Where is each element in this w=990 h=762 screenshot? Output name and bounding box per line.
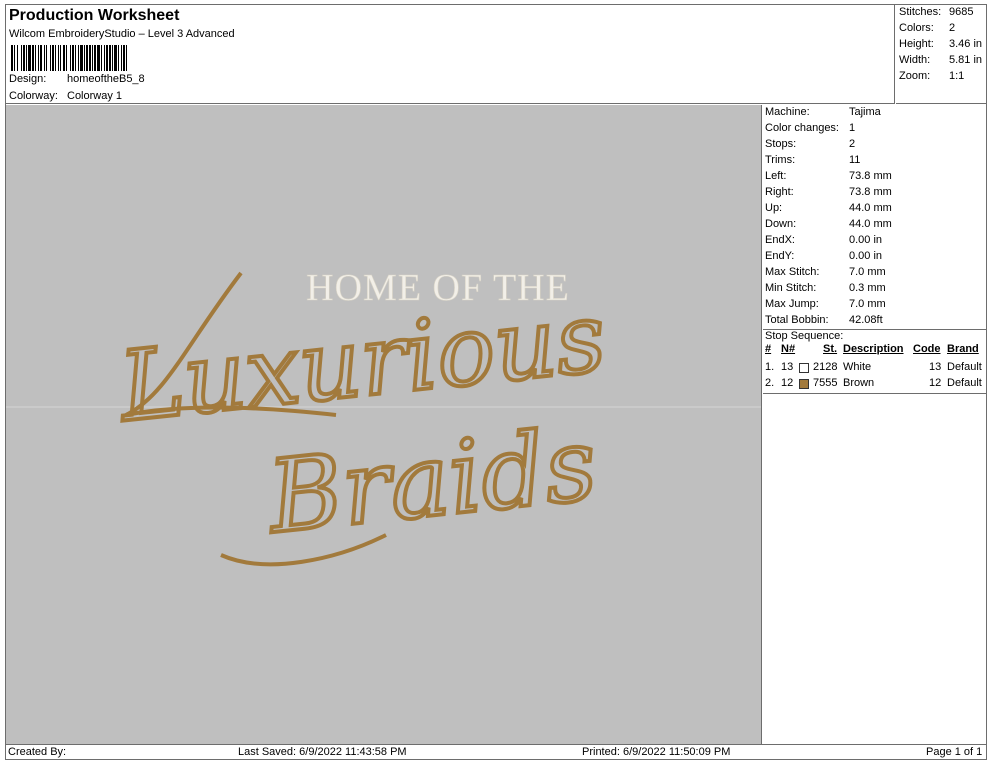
created-by: Created By:	[8, 746, 67, 758]
barcode	[11, 45, 247, 71]
summary-width: Width: 5.81 in	[899, 54, 983, 66]
stop-row: 2. 12 7555 Brown 12 Default	[765, 377, 982, 389]
color-swatch-white	[799, 363, 809, 373]
design-text-braids: Braids	[261, 405, 602, 556]
software-name: Wilcom EmbroideryStudio – Level 3 Advanc…	[9, 28, 235, 40]
info-max-jump: Max Jump: 7.0 mm	[765, 298, 886, 310]
last-saved: Last Saved: 6/9/2022 11:43:58 PM	[238, 746, 407, 758]
summary-stitches: Stitches: 9685	[899, 6, 974, 18]
info-total-bobbin: Total Bobbin: 42.08ft	[765, 314, 883, 326]
colorway-label: Colorway:	[9, 90, 58, 102]
embroidery-preview: HOME OF THE Luxurious Braids	[6, 267, 761, 567]
worksheet-header: Production Worksheet Wilcom EmbroiderySt…	[6, 5, 895, 104]
info-machine: Machine: Tajima	[765, 106, 881, 118]
design-label: Design:	[9, 73, 47, 85]
info-min-stitch: Min Stitch: 0.3 mm	[765, 282, 886, 294]
stop-row: 1. 13 2128 White 13 Default	[765, 361, 982, 373]
info-down: Down: 44.0 mm	[765, 218, 892, 230]
info-max-stitch: Max Stitch: 7.0 mm	[765, 266, 886, 278]
summary-colors: Colors: 2	[899, 22, 956, 34]
info-endx: EndX: 0.00 in	[765, 234, 883, 246]
info-stops: Stops: 2	[765, 138, 856, 150]
page-number: Page 1 of 1	[926, 746, 983, 758]
worksheet-footer: Created By: Last Saved: 6/9/2022 11:43:5…	[6, 744, 987, 760]
design-value: homeoftheB5_8	[67, 73, 145, 85]
info-up: Up: 44.0 mm	[765, 202, 892, 214]
col-needle: N#	[781, 343, 796, 355]
design-canvas[interactable]: HOME OF THE Luxurious Braids	[6, 105, 762, 744]
col-code: Code	[913, 343, 941, 355]
colorway-row: Colorway: Colorway 1	[9, 90, 122, 102]
info-right: Right: 73.8 mm	[765, 186, 892, 198]
info-endy: EndY: 0.00 in	[765, 250, 883, 262]
page-title: Production Worksheet	[9, 7, 180, 24]
col-stitches: St.	[823, 343, 838, 355]
col-index: #	[765, 343, 772, 355]
printed-date: Printed: 6/9/2022 11:50:09 PM	[582, 746, 731, 758]
production-worksheet: Production Worksheet Wilcom EmbroiderySt…	[5, 4, 987, 760]
info-trims: Trims: 11	[765, 154, 861, 166]
machine-info-panel: Machine: Tajima Color changes: 1 Stops: 2 T…	[763, 105, 987, 744]
info-color-changes: Color changes: 1	[765, 122, 856, 134]
summary-height: Height: 3.46 in	[899, 38, 983, 50]
col-brand: Brand	[947, 343, 979, 355]
color-swatch-brown	[799, 379, 809, 389]
stop-sequence-label: Stop Sequence:	[765, 330, 844, 342]
design-summary: Stitches: 9685 Colors: 2 Height: 3.46 in Wi…	[896, 5, 987, 104]
col-description: Description	[843, 343, 904, 355]
design-row: Design: homeoftheB5_8	[9, 73, 145, 85]
summary-zoom: Zoom: 1:1	[899, 70, 965, 82]
info-left: Left: 73.8 mm	[765, 170, 892, 182]
divider	[763, 393, 987, 394]
colorway-value: Colorway 1	[67, 90, 123, 102]
